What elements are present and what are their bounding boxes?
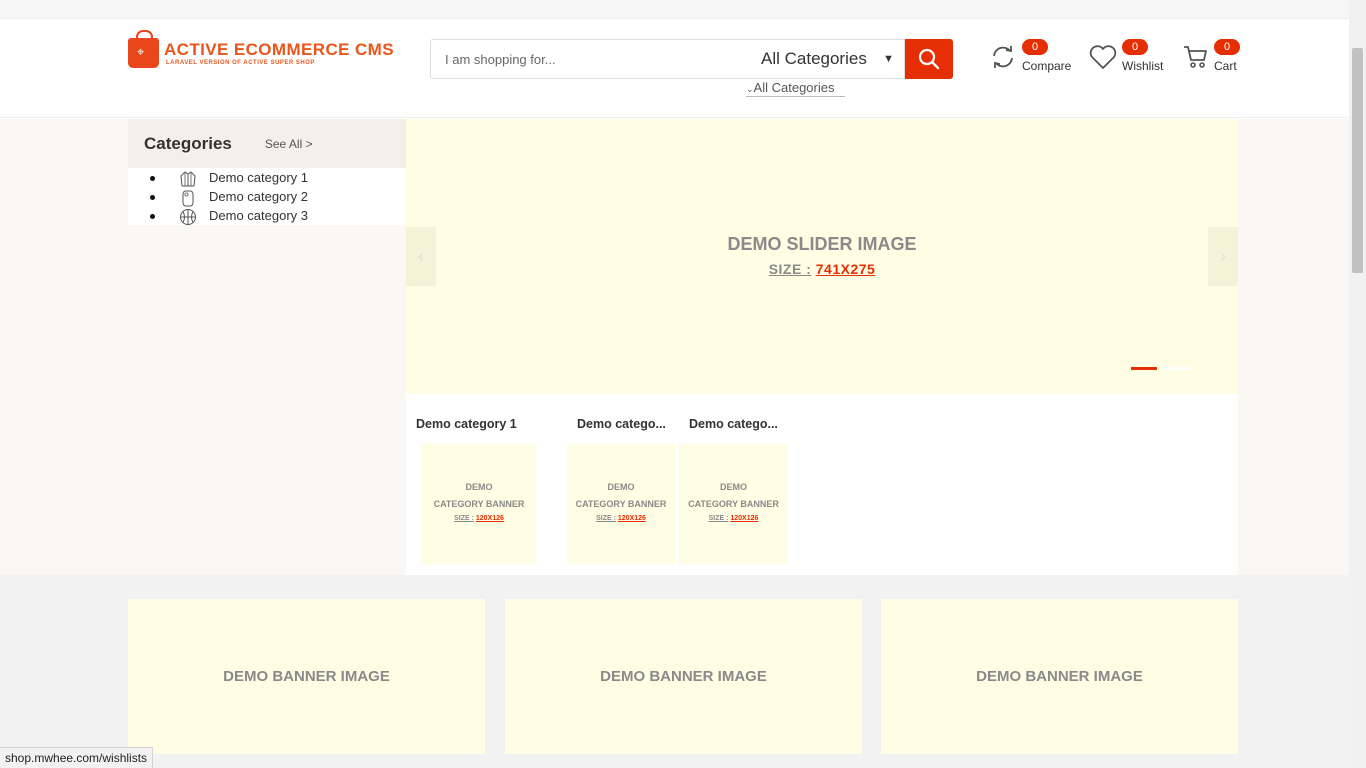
compare-icon: [993, 46, 1013, 68]
category-banner-size: SIZE : 120X126: [422, 515, 536, 522]
cart-label: Cart: [1214, 59, 1237, 73]
promo-banner[interactable]: DEMO BANNER IMAGE: [128, 599, 485, 754]
category-banner-image[interactable]: DEMO CATEGORY BANNER SIZE : 120X126: [422, 444, 536, 564]
promo-banner[interactable]: DEMO BANNER IMAGE: [881, 599, 1238, 754]
category-banner-size-label: SIZE :: [596, 515, 616, 522]
logo-tagline: LARAVEL VERSION OF ACTIVE SUPER SHOP: [166, 60, 315, 66]
category-banner-size-value: 120X126: [475, 515, 504, 522]
compare-link[interactable]: 0 Compare: [990, 39, 1075, 79]
category-menu-header: Categories See All >: [128, 119, 406, 168]
scrollbar-thumb[interactable]: [1352, 48, 1363, 273]
cart-link[interactable]: 0 Cart: [1183, 39, 1243, 79]
category-banner-image[interactable]: DEMO CATEGORY BANNER SIZE : 120X126: [679, 444, 788, 564]
category-banner-strip: Demo category 1 DEMO CATEGORY BANNER SIZ…: [406, 394, 1238, 575]
slider-dot[interactable]: [1131, 367, 1157, 370]
cart-count-badge: 0: [1214, 39, 1240, 55]
chevron-right-icon: ›: [1220, 246, 1226, 266]
category-menu: Categories See All > Demo category 1 Dem…: [128, 119, 406, 225]
wishlist-label: Wishlist: [1122, 59, 1164, 73]
jacket-icon: [180, 171, 196, 187]
category-item-label: Demo category 1: [209, 170, 308, 185]
wishlist-link[interactable]: 0 Wishlist: [1089, 39, 1169, 79]
chevron-left-icon: ‹: [418, 246, 424, 266]
slider-prev-button[interactable]: ‹: [406, 227, 436, 286]
category-banner-title[interactable]: Demo catego...: [577, 417, 672, 431]
list-bullet: [150, 176, 155, 181]
category-banner-line1: DEMO: [720, 482, 747, 492]
category-banner-size-value: 120X126: [730, 515, 759, 522]
category-dropdown-option[interactable]: ⌄All Categories: [746, 80, 845, 97]
compare-count-badge: 0: [1022, 39, 1048, 55]
heart-icon: [1089, 45, 1117, 69]
category-banner-size: SIZE : 120X126: [679, 515, 788, 522]
category-banner-size-label: SIZE :: [708, 515, 729, 522]
category-banner-title[interactable]: Demo category 1: [416, 417, 526, 431]
top-bar: [0, 0, 1349, 19]
slider-title: DEMO SLIDER IMAGE: [727, 234, 917, 254]
category-item-label: Demo category 3: [209, 208, 308, 223]
shopping-bag-icon: [128, 30, 159, 68]
list-bullet: [150, 195, 155, 200]
logo-title: ACTIVE ECOMMERCE CMS: [164, 40, 394, 59]
category-list: Demo category 1 Demo category 2 Demo cat…: [128, 168, 406, 225]
category-select[interactable]: All Categories ▼: [746, 39, 905, 79]
promo-banner[interactable]: DEMO BANNER IMAGE: [505, 599, 862, 754]
search-input[interactable]: [430, 39, 747, 79]
category-banner-line1: DEMO: [607, 482, 635, 492]
category-item-1[interactable]: Demo category 1: [128, 169, 406, 188]
site-logo[interactable]: ACTIVE ECOMMERCE CMS LARAVEL VERSION OF …: [128, 30, 394, 90]
wishlist-count-badge: 0: [1122, 39, 1148, 55]
search-icon: [918, 48, 940, 70]
category-banner-size-label: SIZE :: [454, 515, 474, 522]
category-banner-image[interactable]: DEMO CATEGORY BANNER SIZE : 120X126: [567, 444, 675, 564]
slider-size-value: 741X275: [815, 261, 876, 277]
category-banner-line2: CATEGORY BANNER: [433, 499, 525, 509]
slider-dot[interactable]: [1165, 367, 1191, 370]
category-item-2[interactable]: Demo category 2: [128, 188, 406, 207]
chevron-small-icon: ⌄: [746, 84, 754, 94]
compare-label: Compare: [1022, 59, 1072, 73]
category-banner-size-value: 120X126: [617, 515, 646, 522]
category-item-label: Demo category 2: [209, 189, 308, 204]
phone-case-icon: [182, 190, 194, 207]
search-button[interactable]: [905, 39, 953, 79]
see-all-link[interactable]: See All >: [265, 137, 313, 151]
category-item-3[interactable]: Demo category 3: [128, 207, 406, 226]
category-menu-title: Categories: [144, 133, 232, 153]
list-bullet: [150, 214, 155, 219]
category-dropdown-option-label: All Categories: [753, 80, 835, 95]
slider-next-button[interactable]: ›: [1208, 227, 1238, 286]
category-banner-line2: CATEGORY BANNER: [688, 499, 779, 509]
category-banner-title[interactable]: Demo catego...: [689, 417, 784, 431]
cart-icon: [1184, 46, 1207, 68]
slider-size-label: SIZE :: [768, 261, 812, 277]
slider-size: SIZE : 741X275: [406, 261, 1238, 277]
category-banner-size: SIZE : 120X126: [567, 515, 675, 522]
category-banner-line2: CATEGORY BANNER: [575, 499, 667, 509]
chevron-down-icon: ▼: [883, 53, 894, 65]
hero-slider[interactable]: DEMO SLIDER IMAGE SIZE : 741X275 ‹ ›: [406, 119, 1238, 394]
category-banner-line1: DEMO: [465, 482, 493, 492]
basketball-icon: [180, 209, 196, 225]
status-bar-url: shop.mwhee.com/wishlists: [0, 747, 154, 768]
category-select-value: All Categories: [761, 49, 867, 68]
